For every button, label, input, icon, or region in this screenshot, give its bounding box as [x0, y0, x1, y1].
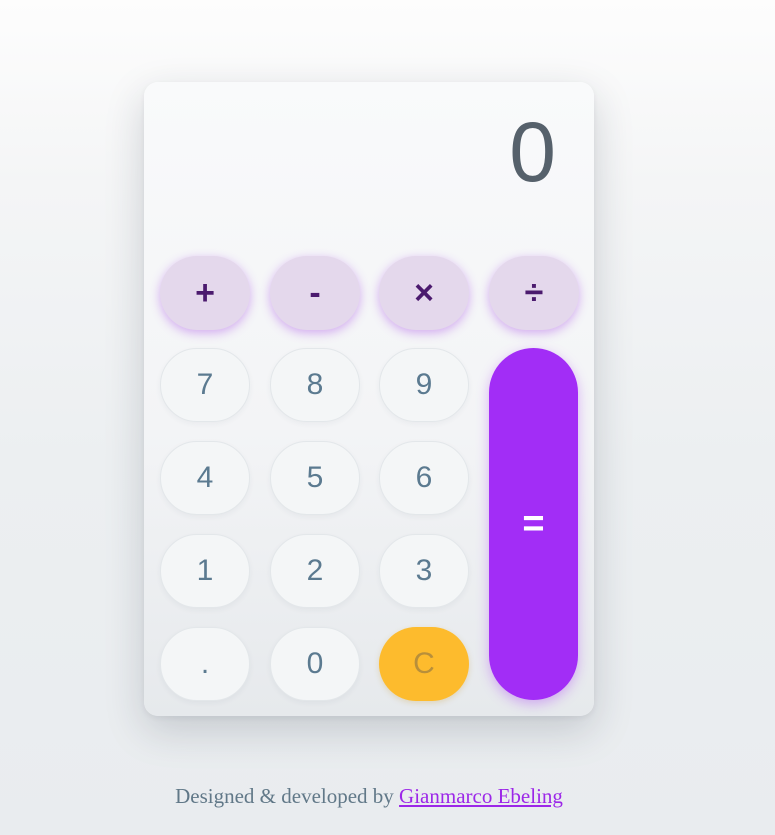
decimal-button[interactable]: .	[160, 627, 250, 701]
divide-button[interactable]: ÷	[489, 256, 579, 330]
digit-2-button[interactable]: 2	[270, 534, 360, 608]
footer-credit: Designed & developed by Gianmarco Ebelin…	[0, 784, 738, 809]
display-value: 0	[509, 105, 556, 199]
digit-3-button[interactable]: 3	[379, 534, 469, 608]
digit-7-button[interactable]: 7	[160, 348, 250, 422]
digit-4-button[interactable]: 4	[160, 441, 250, 515]
subtract-button[interactable]: -	[270, 256, 360, 330]
equals-button[interactable]: =	[489, 348, 578, 700]
digit-1-button[interactable]: 1	[160, 534, 250, 608]
multiply-button[interactable]: ×	[379, 256, 469, 330]
calculator: 0 + - × ÷ 7 8 9 4 5 6 1 2 3 . 0 C =	[144, 82, 594, 716]
add-button[interactable]: +	[160, 256, 250, 330]
digit-0-button[interactable]: 0	[270, 627, 360, 701]
author-link[interactable]: Gianmarco Ebeling	[399, 784, 563, 808]
footer-prefix: Designed & developed by	[175, 784, 400, 808]
digit-9-button[interactable]: 9	[379, 348, 469, 422]
digit-8-button[interactable]: 8	[270, 348, 360, 422]
digit-5-button[interactable]: 5	[270, 441, 360, 515]
clear-button[interactable]: C	[379, 627, 469, 701]
digit-6-button[interactable]: 6	[379, 441, 469, 515]
